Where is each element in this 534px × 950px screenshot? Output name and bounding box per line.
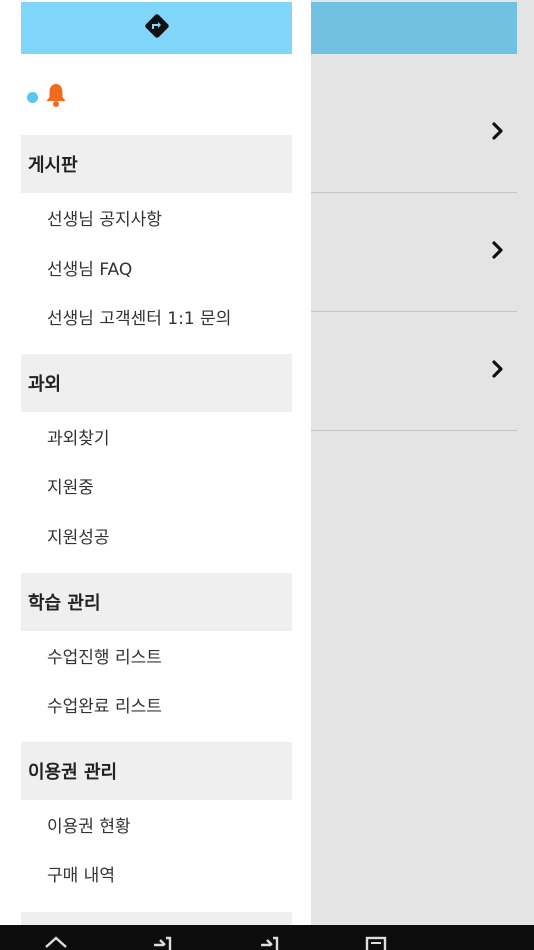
- section-header-partial: [21, 912, 292, 925]
- directions-icon[interactable]: [143, 12, 171, 44]
- drawer-header[interactable]: [21, 2, 292, 54]
- chevron-right-icon: [491, 359, 505, 383]
- list-item[interactable]: [311, 312, 517, 431]
- chevron-right-icon: [491, 240, 505, 264]
- app-header: [311, 2, 517, 54]
- sign-in-icon[interactable]: [150, 935, 174, 950]
- notification-status[interactable]: [27, 84, 68, 110]
- menu-item-application-success[interactable]: 지원성공: [47, 515, 110, 555]
- section-title: 이용권 관리: [28, 762, 118, 783]
- section-title: 과외: [28, 374, 62, 395]
- menu-item-purchase-history[interactable]: 구매 내역: [47, 853, 115, 893]
- menu-item-teacher-faq[interactable]: 선생님 FAQ: [47, 247, 132, 287]
- section-pass-management: 이용권 관리: [21, 742, 292, 800]
- menu-item-find-tutoring[interactable]: 과외찾기: [47, 416, 110, 456]
- section-title: 학습 관리: [28, 593, 101, 614]
- menu-item-class-in-progress[interactable]: 수업진행 리스트: [47, 635, 162, 675]
- home-icon[interactable]: [44, 935, 68, 950]
- bottom-nav-bar: [0, 925, 534, 950]
- section-board: 게시판: [21, 135, 292, 193]
- section-title: 게시판: [28, 155, 78, 176]
- chevron-right-icon: [491, 121, 505, 145]
- menu-item-applying[interactable]: 지원중: [47, 465, 94, 505]
- list-item[interactable]: [311, 193, 517, 312]
- menu-item-teacher-inquiry[interactable]: 선생님 고객센터 1:1 문의: [47, 296, 231, 336]
- sign-in-icon[interactable]: [257, 935, 281, 950]
- bell-icon[interactable]: [44, 82, 68, 112]
- menu-item-teacher-notice[interactable]: 선생님 공지사항: [47, 197, 162, 237]
- navigation-drawer: 게시판 선생님 공지사항 선생님 FAQ 선생님 고객센터 1:1 문의 과외 …: [0, 0, 311, 925]
- status-dot: [27, 91, 38, 103]
- menu-item-class-completed[interactable]: 수업완료 리스트: [47, 684, 162, 724]
- list-item[interactable]: [311, 74, 517, 193]
- document-icon[interactable]: [364, 935, 388, 950]
- section-tutoring: 과외: [21, 354, 292, 412]
- section-study-management: 학습 관리: [21, 573, 292, 631]
- menu-item-pass-status[interactable]: 이용권 현황: [47, 804, 131, 844]
